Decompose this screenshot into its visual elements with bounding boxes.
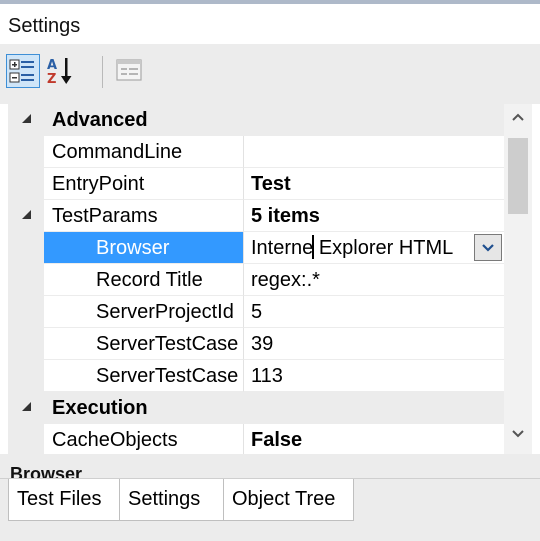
category-label-advanced: Advanced [44,104,504,136]
category-row-advanced[interactable]: Advanced [8,104,504,136]
property-row-commandline[interactable]: CommandLine [8,136,504,168]
property-grid: Advanced CommandLine EntryPoint Test Tes… [8,104,504,454]
property-pages-icon [116,59,142,81]
settings-panel-title: Settings [0,0,540,44]
description-pane: Browser [0,462,540,478]
collapse-arrow-icon[interactable] [22,114,31,123]
property-value[interactable]: regex:.* [244,264,504,296]
property-name[interactable]: Browser [44,232,244,264]
property-row-testparams[interactable]: TestParams 5 items [8,200,504,232]
property-name[interactable]: ServerProjectId [44,296,244,328]
property-row-server-project-id[interactable]: ServerProjectId 5 [8,296,504,328]
property-value[interactable]: Interne Explorer HTML [251,237,453,259]
svg-text:A: A [47,58,57,73]
property-row-cacheobjects[interactable]: CacheObjects False [8,424,504,454]
svg-text:Z: Z [47,72,56,87]
property-row-record-title[interactable]: Record Title regex:.* [8,264,504,296]
alphabetical-sort-button[interactable]: A Z [44,54,78,88]
value-dropdown-button[interactable] [474,234,502,261]
property-value[interactable] [244,136,504,168]
property-row-entrypoint[interactable]: EntryPoint Test [8,168,504,200]
tab-settings[interactable]: Settings [120,479,224,521]
property-value[interactable]: False [244,424,504,454]
tab-test-files[interactable]: Test Files [8,479,120,521]
browser-value-editor[interactable]: Interne Explorer HTML [244,232,504,264]
row-margin [8,104,44,136]
chevron-up-icon [512,113,524,121]
property-value[interactable]: 5 [244,296,504,328]
property-value[interactable]: Test [244,168,504,200]
text-cursor [312,235,314,259]
collapse-arrow-icon[interactable] [22,210,31,219]
property-name[interactable]: EntryPoint [44,168,244,200]
property-value[interactable]: 39 [244,328,504,360]
scrollbar-thumb[interactable] [508,138,528,214]
row-margin [8,392,44,424]
property-row-browser[interactable]: Browser Interne Explorer HTML [8,232,504,264]
row-margin [8,296,44,328]
bottom-tab-strip: Test Files Settings Object Tree [0,478,540,541]
categorized-view-icon [9,59,34,83]
property-row-server-test-case[interactable]: ServerTestCase 39 [8,328,504,360]
row-margin [8,136,44,168]
row-margin [8,424,44,454]
row-margin [8,200,44,232]
property-value[interactable]: 5 items [244,200,504,232]
scroll-down-button[interactable] [504,420,532,448]
row-margin [8,360,44,392]
scroll-up-button[interactable] [504,104,532,132]
panel-title-text: Settings [8,15,81,37]
property-name[interactable]: ServerTestCase [44,328,244,360]
row-margin [8,168,44,200]
row-margin [8,264,44,296]
property-name[interactable]: TestParams [44,200,244,232]
property-name[interactable]: CacheObjects [44,424,244,454]
property-pages-button[interactable] [113,54,147,88]
property-row-server-test-case[interactable]: ServerTestCase 113 [8,360,504,392]
row-margin [8,232,44,264]
vertical-scrollbar[interactable] [504,104,532,454]
category-row-execution[interactable]: Execution [8,392,504,424]
property-name[interactable]: Record Title [44,264,244,296]
categorized-view-button[interactable] [6,54,40,88]
property-name[interactable]: ServerTestCase [44,360,244,392]
row-margin [8,328,44,360]
chevron-down-icon [482,244,494,252]
description-splitter[interactable] [0,454,540,462]
property-value[interactable]: 113 [244,360,504,392]
chevron-down-icon [512,430,524,438]
category-label-execution: Execution [44,392,504,424]
property-toolbar: A Z [0,44,540,104]
property-name[interactable]: CommandLine [44,136,244,168]
tab-object-tree[interactable]: Object Tree [224,479,354,521]
sort-alphabetical-icon: A Z [47,58,72,87]
toolbar-separator [102,56,103,88]
collapse-arrow-icon[interactable] [22,402,31,411]
description-title: Browser [10,464,83,478]
